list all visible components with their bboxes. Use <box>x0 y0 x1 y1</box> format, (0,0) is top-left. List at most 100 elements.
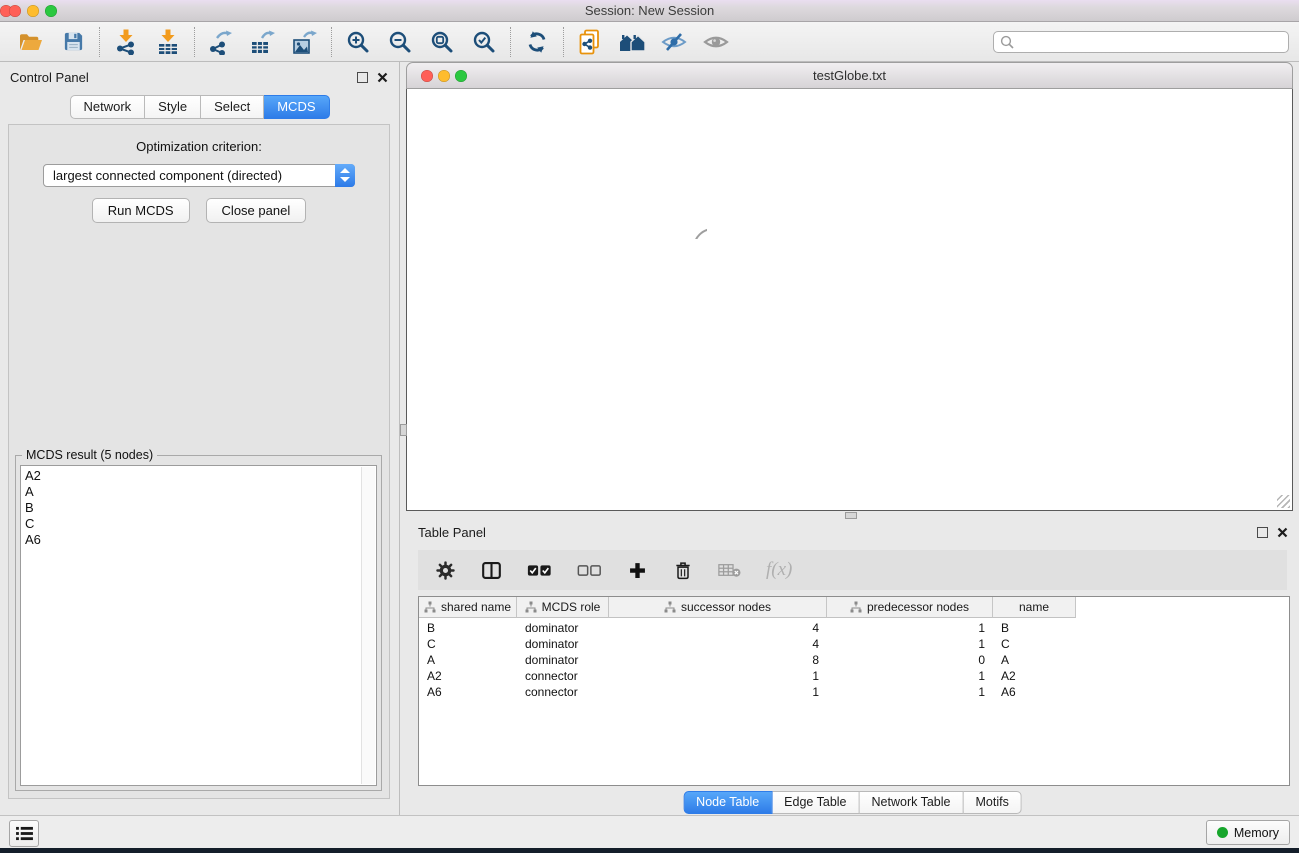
function-builder-button[interactable]: f(x) <box>766 559 792 581</box>
table-cell[interactable]: dominator <box>517 621 609 635</box>
table-row[interactable]: Adominator80A <box>419 652 1289 668</box>
export-network-button[interactable] <box>200 25 242 59</box>
tab-motifs[interactable]: Motifs <box>963 791 1021 814</box>
zoom-out-button[interactable] <box>379 25 421 59</box>
table-cell[interactable]: A6 <box>419 685 517 699</box>
table-cell[interactable]: 1 <box>827 669 993 683</box>
horizontal-splitter-handle[interactable] <box>845 512 857 519</box>
table-cell[interactable]: 1 <box>827 685 993 699</box>
search-input[interactable] <box>993 31 1289 53</box>
mcds-result-list[interactable]: A2ABCA6 <box>20 465 377 786</box>
table-cell[interactable]: 1 <box>609 685 827 699</box>
mcds-result-item[interactable]: A <box>21 484 376 500</box>
network-window-titlebar[interactable]: testGlobe.txt <box>406 62 1293 89</box>
run-mcds-button[interactable]: Run MCDS <box>92 198 190 223</box>
tab-network-table[interactable]: Network Table <box>860 791 964 814</box>
home-icon <box>619 31 646 53</box>
table-cell[interactable]: A2 <box>419 669 517 683</box>
table-cell[interactable]: A2 <box>993 669 1076 683</box>
column-header-name[interactable]: name <box>993 597 1076 618</box>
import-table-button[interactable] <box>147 25 189 59</box>
result-scrollbar[interactable] <box>361 467 375 784</box>
tab-mcds[interactable]: MCDS <box>264 95 329 119</box>
table-row[interactable]: Bdominator41B <box>419 620 1289 636</box>
mcds-result-item[interactable]: A6 <box>21 532 376 548</box>
task-history-button[interactable] <box>9 820 39 847</box>
float-panel-icon[interactable] <box>357 72 368 83</box>
select-all-columns-button[interactable] <box>527 564 552 577</box>
criterion-dropdown[interactable]: largest connected component (directed) <box>43 164 355 187</box>
toggle-graphics-details-button[interactable] <box>653 25 695 59</box>
table-cell[interactable]: dominator <box>517 637 609 651</box>
table-row[interactable]: Cdominator41C <box>419 636 1289 652</box>
column-header-predecessor-nodes[interactable]: predecessor nodes <box>827 597 993 618</box>
table-cell[interactable]: connector <box>517 669 609 683</box>
new-network-from-selection-button[interactable] <box>569 25 611 59</box>
table-cell[interactable]: 1 <box>827 621 993 635</box>
table-cell[interactable]: 4 <box>609 621 827 635</box>
table-cell[interactable]: B <box>419 621 517 635</box>
table-cell[interactable]: A6 <box>993 685 1076 699</box>
column-header-MCDS-role[interactable]: MCDS role <box>517 597 609 618</box>
mcds-result-item[interactable]: B <box>21 500 376 516</box>
tab-select[interactable]: Select <box>201 95 264 119</box>
resize-grip-icon[interactable] <box>1277 495 1290 508</box>
network-close-button[interactable] <box>421 70 433 82</box>
delete-table-button[interactable] <box>718 562 741 578</box>
column-header-shared-name[interactable]: shared name <box>419 597 517 618</box>
network-canvas[interactable]: B4B2BB3A5A8A6B1A3AA1C2A2A4A7C4CC1C3DD1 <box>406 89 1293 511</box>
table-cell[interactable]: 8 <box>609 653 827 667</box>
apply-layout-button[interactable] <box>516 25 558 59</box>
memory-button[interactable]: Memory <box>1206 820 1290 845</box>
preview-eye-button[interactable] <box>695 25 737 59</box>
network-zoom-button[interactable] <box>455 70 467 82</box>
tab-node-table[interactable]: Node Table <box>683 791 772 814</box>
zoom-selected-button[interactable] <box>463 25 505 59</box>
delete-row-button[interactable] <box>673 560 693 581</box>
tab-edge-table[interactable]: Edge Table <box>772 791 859 814</box>
export-image-button[interactable] <box>284 25 326 59</box>
toolbar-separator <box>510 27 511 57</box>
table-row[interactable]: A6connector11A6 <box>419 684 1289 700</box>
save-session-button[interactable] <box>52 25 94 59</box>
network-minimize-button[interactable] <box>438 70 450 82</box>
mcds-result-item[interactable]: A2 <box>21 468 376 484</box>
close-panel-button[interactable]: Close panel <box>206 198 307 223</box>
table-cell[interactable]: C <box>419 637 517 651</box>
tab-style[interactable]: Style <box>145 95 201 119</box>
table-cell[interactable]: B <box>993 621 1076 635</box>
zoom-fit-button[interactable] <box>421 25 463 59</box>
table-cell[interactable]: A <box>419 653 517 667</box>
export-table-button[interactable] <box>242 25 284 59</box>
network-graph[interactable]: B4B2BB3A5A8A6B1A3AA1C2A2A4A7C4CC1C3DD1 <box>407 89 707 239</box>
dropdown-stepper-icon[interactable] <box>335 164 355 187</box>
close-table-panel-icon[interactable] <box>1277 527 1288 538</box>
vertical-splitter-handle[interactable] <box>400 424 407 436</box>
zoom-in-button[interactable] <box>337 25 379 59</box>
float-table-panel-icon[interactable] <box>1257 527 1268 538</box>
deselect-all-columns-button[interactable] <box>577 564 602 577</box>
table-settings-button[interactable] <box>435 560 456 581</box>
add-row-button[interactable] <box>627 560 648 581</box>
close-panel-icon[interactable] <box>377 72 388 83</box>
open-session-button[interactable] <box>10 25 52 59</box>
mcds-result-item[interactable]: C <box>21 516 376 532</box>
home-overview-button[interactable] <box>611 25 653 59</box>
show-column-button[interactable] <box>481 560 502 581</box>
node-table[interactable]: shared nameMCDS rolesuccessor nodesprede… <box>418 596 1290 786</box>
graph-node-A3[interactable] <box>694 229 707 239</box>
table-cell[interactable]: C <box>993 637 1076 651</box>
import-network-button[interactable] <box>105 25 147 59</box>
table-cell[interactable]: connector <box>517 685 609 699</box>
table-cell[interactable]: 1 <box>609 669 827 683</box>
table-cell[interactable]: 0 <box>827 653 993 667</box>
table-row[interactable]: A2connector11A2 <box>419 668 1289 684</box>
table-cell[interactable]: dominator <box>517 653 609 667</box>
table-cell[interactable]: 1 <box>827 637 993 651</box>
save-floppy-icon <box>62 30 85 53</box>
column-header-successor-nodes[interactable]: successor nodes <box>609 597 827 618</box>
table-cell[interactable]: A <box>993 653 1076 667</box>
tab-network[interactable]: Network <box>69 95 145 119</box>
select-all-icon <box>527 564 552 577</box>
table-cell[interactable]: 4 <box>609 637 827 651</box>
